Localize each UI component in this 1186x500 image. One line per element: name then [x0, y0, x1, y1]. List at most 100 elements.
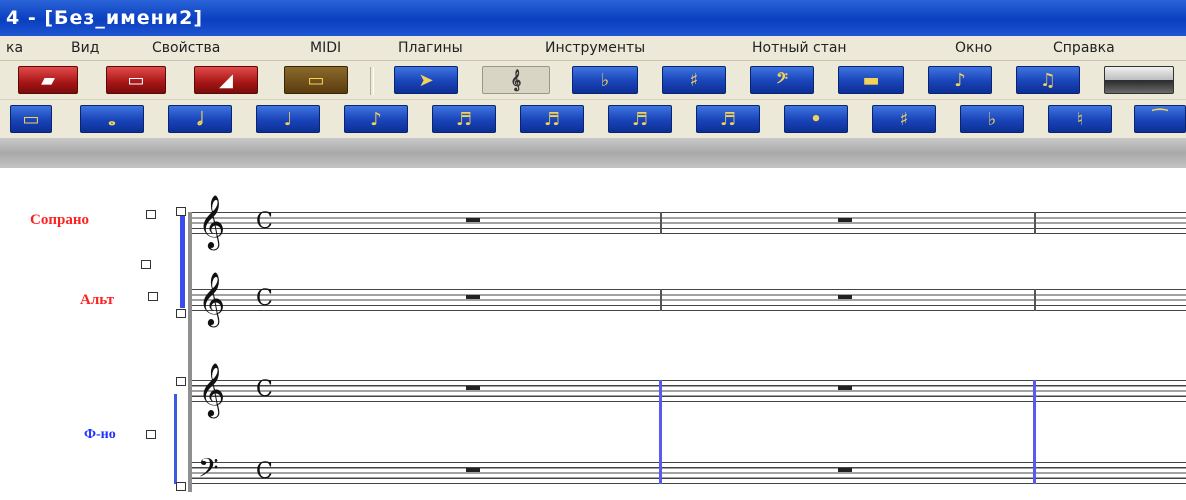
note-entry-icon: ♪ — [954, 69, 966, 91]
chord-button[interactable]: ♫ — [1016, 66, 1080, 94]
sixty-fourth-note-button[interactable]: ♬ — [608, 105, 672, 133]
playback-button[interactable]: ▭ — [284, 66, 348, 94]
menu-staff[interactable]: Нотный стан — [752, 36, 847, 60]
staff-clef-icon: 𝄞 — [510, 69, 522, 91]
staff-label-alto: Альт — [80, 292, 114, 308]
selection-button[interactable]: ➤ — [394, 66, 458, 94]
sixteenth-note-icon: ♬ — [455, 108, 473, 130]
eighth-note-button[interactable]: ♪ — [344, 105, 408, 133]
barline — [1034, 289, 1036, 311]
breve-button[interactable]: ▭ — [10, 105, 52, 133]
score-canvas[interactable]: Сопрано Альт Ф-но 𝄞 C 𝄞 C 𝄞 C 𝄢 C — [0, 168, 1186, 500]
time-signature-button[interactable]: ♯ — [662, 66, 726, 94]
staff-handle[interactable] — [176, 377, 186, 386]
thirty-second-note-button[interactable]: ♬ — [520, 105, 584, 133]
whole-rest — [466, 468, 480, 472]
menu-file-partial[interactable]: ка — [6, 36, 23, 60]
whole-rest — [838, 295, 852, 299]
notes-toolbar: ▭ 𝅝 𝅗𝅥 ♩ ♪ ♬ ♬ ♬ ♬ • ♯ ♭ ♮ ⁀ — [0, 100, 1186, 138]
midi-record-icon: ◢ — [219, 69, 233, 91]
menu-view[interactable]: Вид — [71, 36, 99, 60]
staff-piano-treble — [192, 380, 1186, 402]
title-bar: 4 - [Без_имени2] — [0, 0, 1186, 36]
flat-button[interactable]: ♭ — [960, 105, 1024, 133]
save-icon: ▰ — [41, 69, 55, 91]
staff-handle[interactable] — [148, 292, 158, 301]
natural-button[interactable]: ♮ — [1048, 105, 1112, 133]
menu-plugins[interactable]: Плагины — [398, 36, 463, 60]
whole-note-button[interactable]: 𝅝 — [80, 105, 144, 133]
menu-help[interactable]: Справка — [1053, 36, 1115, 60]
main-toolbar: ▰ ▭ ◢ ▭ ➤ 𝄞 ♭ ♯ 𝄢 ▬ ♪ ♫ — [0, 61, 1186, 100]
staff-handle[interactable] — [146, 430, 156, 439]
time-signature: C — [256, 459, 273, 484]
staff-label-piano: Ф-но — [84, 427, 116, 442]
save-button[interactable]: ▰ — [18, 66, 78, 94]
chord-icon: ♫ — [1039, 69, 1057, 91]
sharp-icon: ♯ — [899, 108, 909, 130]
sixty-fourth-note-icon: ♬ — [631, 108, 649, 130]
menu-properties[interactable]: Свойства — [152, 36, 220, 60]
dot-button[interactable]: • — [784, 105, 848, 133]
print-icon: ▭ — [127, 69, 145, 91]
tie-icon: ⁀ — [1152, 108, 1168, 130]
whole-rest — [466, 386, 480, 390]
barline — [1034, 212, 1036, 234]
keyboard-button[interactable] — [1104, 66, 1174, 94]
bass-clef-icon: 𝄢 — [198, 452, 219, 490]
treble-clef-icon: 𝄞 — [198, 194, 226, 248]
menu-instruments[interactable]: Инструменты — [545, 36, 645, 60]
quarter-note-icon: ♩ — [283, 108, 293, 130]
staff-alto — [192, 289, 1186, 311]
sixteenth-note-button[interactable]: ♬ — [432, 105, 496, 133]
time-signature: C — [256, 377, 273, 402]
treble-clef-icon: 𝄞 — [198, 271, 226, 325]
staff-handle[interactable] — [176, 482, 186, 491]
menu-bar: ка Вид Свойства MIDI Плагины Инструменты… — [0, 36, 1186, 61]
barline — [660, 212, 662, 234]
playback-icon: ▭ — [307, 69, 325, 91]
print-button[interactable]: ▭ — [106, 66, 166, 94]
toolbar-separator — [370, 67, 374, 95]
eighth-note-icon: ♪ — [370, 108, 382, 130]
thirty-second-note-icon: ♬ — [543, 108, 561, 130]
hundred-twenty-eighth-note-button[interactable]: ♬ — [696, 105, 760, 133]
natural-icon: ♮ — [1076, 108, 1084, 130]
staff-handle[interactable] — [176, 207, 186, 216]
piano-barline — [659, 380, 662, 484]
staff-clef-button[interactable]: 𝄞 — [482, 66, 550, 94]
key-signature-icon: ♭ — [600, 69, 610, 91]
window-title: 4 - [Без_имени2] — [6, 7, 204, 29]
breve-icon: ▭ — [22, 108, 40, 130]
menu-midi[interactable]: MIDI — [310, 36, 341, 60]
staff-label-soprano: Сопрано — [30, 212, 89, 228]
half-note-icon: 𝅗𝅥 — [197, 108, 203, 130]
menu-window[interactable]: Окно — [955, 36, 992, 60]
tie-button[interactable]: ⁀ — [1134, 105, 1186, 133]
midi-record-button[interactable]: ◢ — [194, 66, 258, 94]
time-signature-icon: ♯ — [689, 69, 699, 91]
staff-soprano — [192, 212, 1186, 234]
measure-button[interactable]: ▬ — [838, 66, 904, 94]
barline — [660, 289, 662, 311]
staff-handle[interactable] — [141, 260, 151, 269]
staff-piano-bass — [192, 462, 1186, 484]
whole-rest — [838, 468, 852, 472]
time-signature: C — [256, 286, 273, 311]
key-signature-button[interactable]: ♭ — [572, 66, 638, 94]
quarter-note-button[interactable]: ♩ — [256, 105, 320, 133]
bass-clef-button[interactable]: 𝄢 — [750, 66, 814, 94]
toolbar-divider-strip — [0, 138, 1186, 168]
time-signature: C — [256, 209, 273, 234]
selection-arrow-icon: ➤ — [418, 69, 434, 91]
piano-barline — [1033, 380, 1036, 484]
sharp-button[interactable]: ♯ — [872, 105, 936, 133]
half-note-button[interactable]: 𝅗𝅥 — [168, 105, 232, 133]
staff-handle[interactable] — [146, 210, 156, 219]
flat-icon: ♭ — [987, 108, 997, 130]
system-line — [188, 212, 192, 492]
staff-handle[interactable] — [176, 309, 186, 318]
treble-clef-icon: 𝄞 — [198, 362, 226, 416]
measure-icon: ▬ — [862, 69, 880, 91]
note-entry-button[interactable]: ♪ — [928, 66, 992, 94]
